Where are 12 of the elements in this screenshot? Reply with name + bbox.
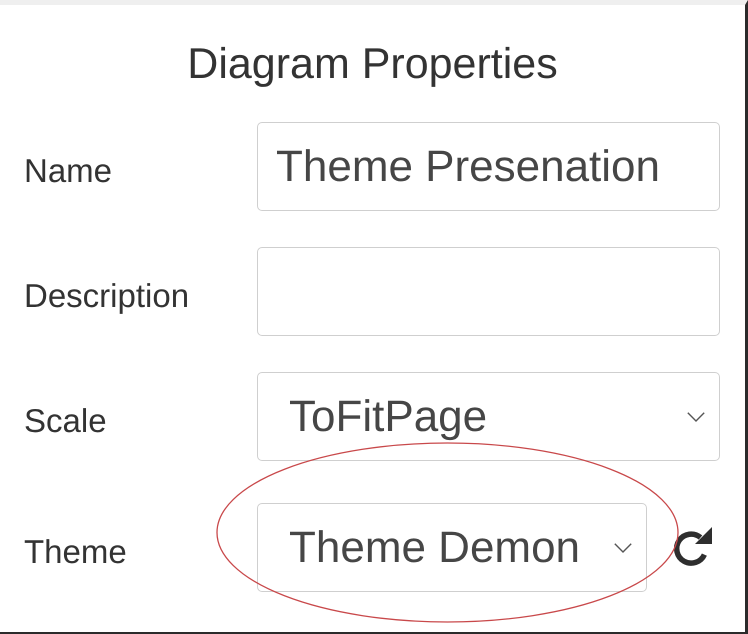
field-label: Description xyxy=(24,276,190,314)
input-field[interactable] xyxy=(257,247,720,336)
field-label: Scale xyxy=(24,402,107,440)
field-label: Theme xyxy=(24,532,127,570)
panel-title: Diagram Properties xyxy=(187,39,558,89)
chevron-icon xyxy=(687,412,705,422)
chevron-icon xyxy=(614,542,632,552)
refresh-icon[interactable] xyxy=(671,527,712,568)
input-field[interactable]: Theme Presenation xyxy=(257,122,720,211)
dropdown[interactable]: ToFitPage xyxy=(257,372,720,461)
field-label: Name xyxy=(24,152,112,190)
dropdown[interactable]: Theme Demon xyxy=(257,503,647,592)
